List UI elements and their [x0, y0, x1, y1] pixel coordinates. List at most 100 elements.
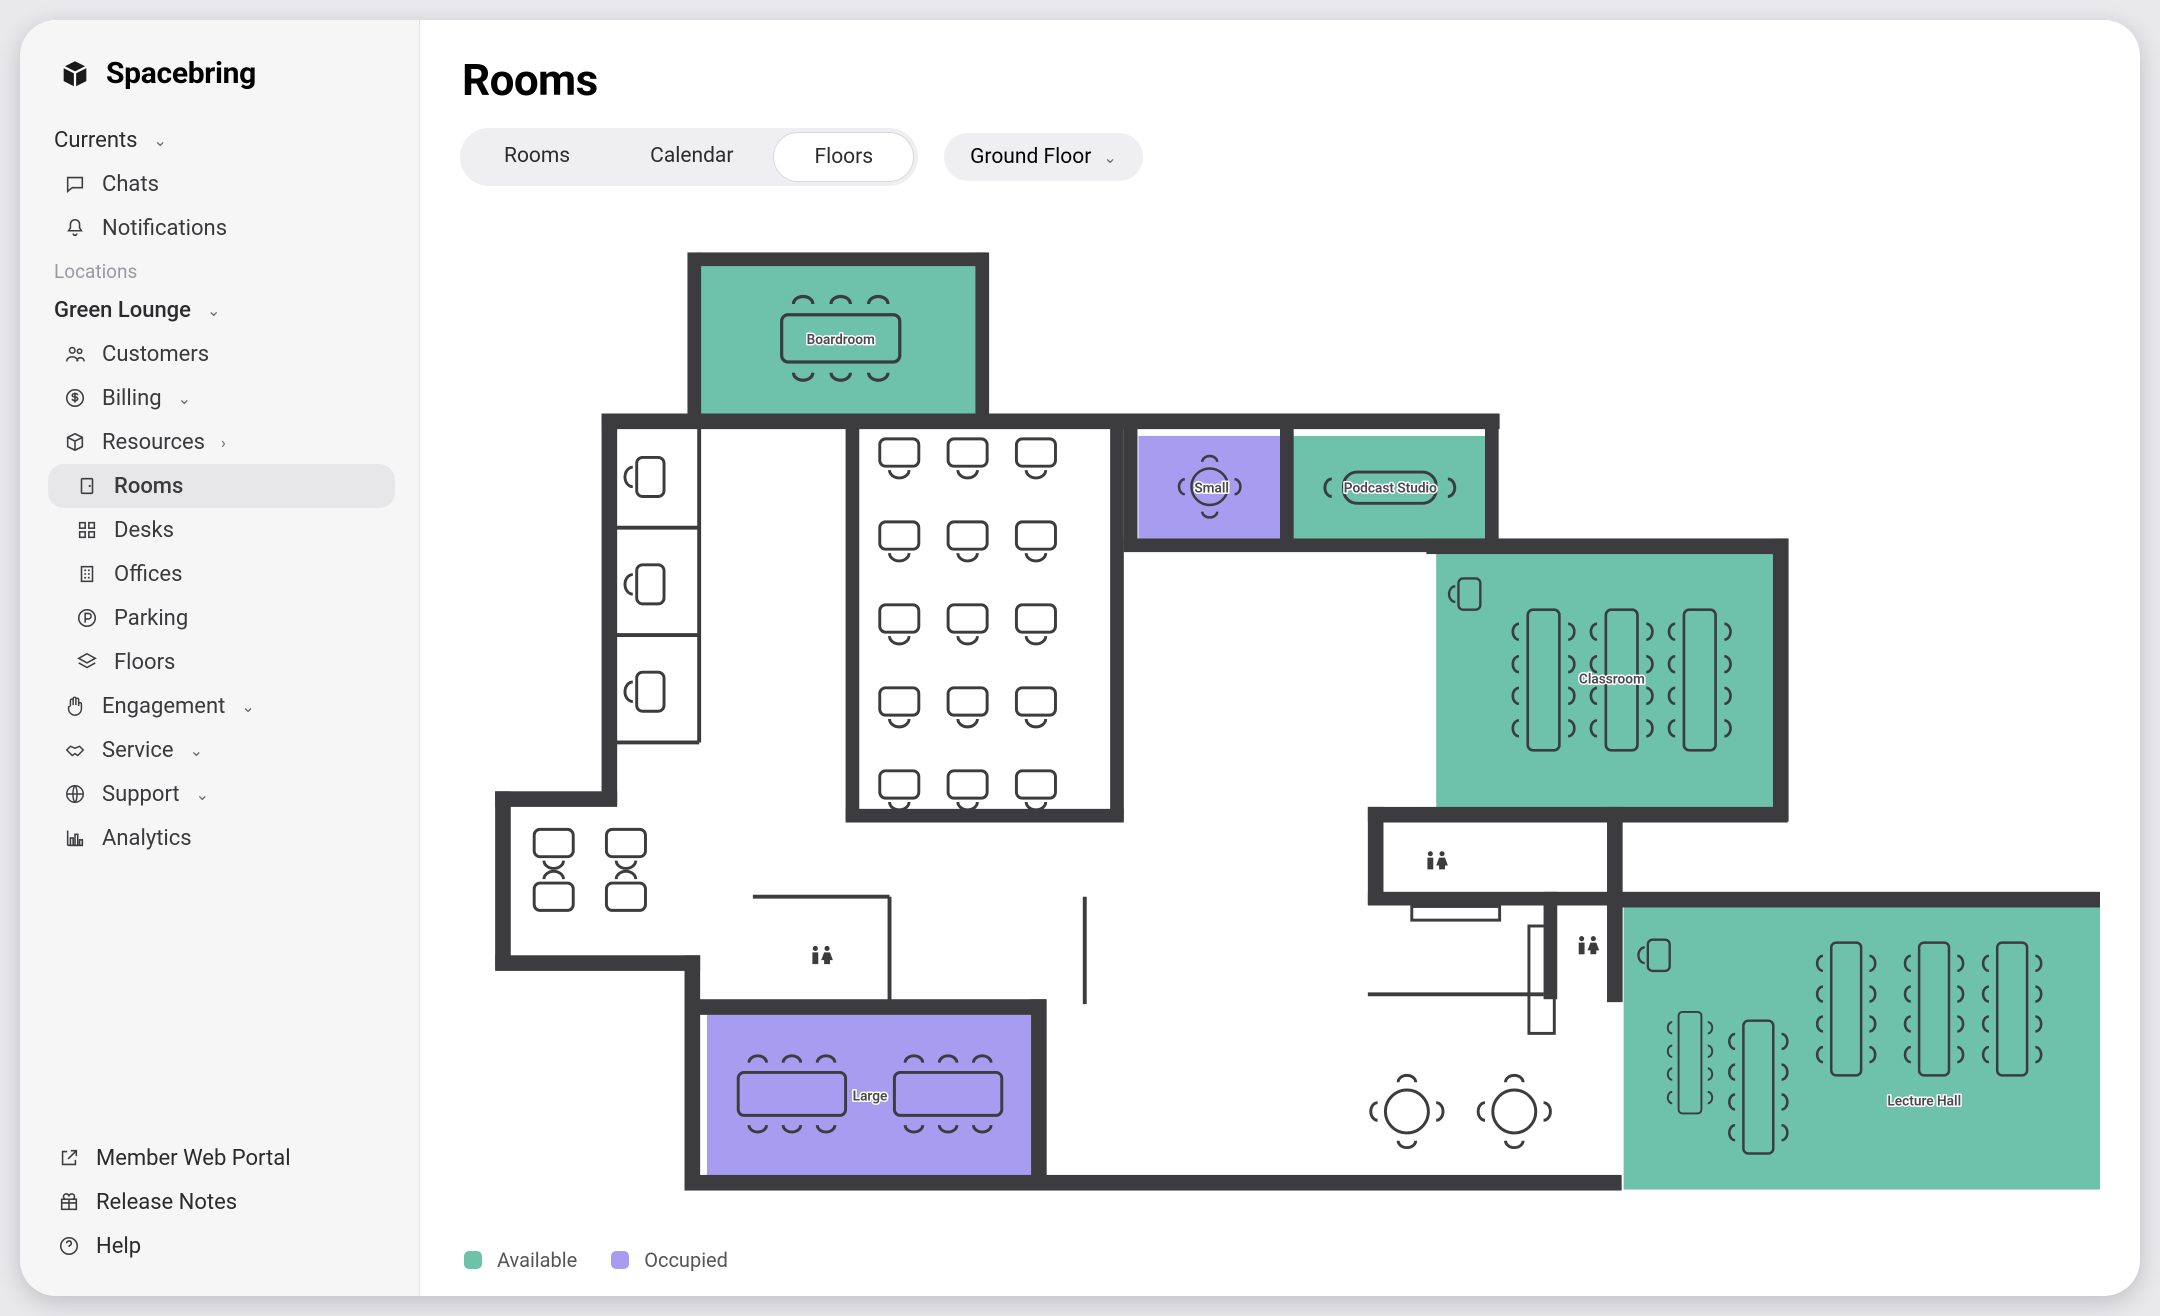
sidebar-item-label: Support	[102, 782, 180, 807]
chevron-down-icon: ⌄	[207, 301, 220, 320]
workspace-switcher[interactable]: Currents ⌄	[48, 119, 395, 162]
page-title: Rooms	[462, 54, 2100, 106]
locations-header: Locations	[48, 250, 395, 289]
room-label: Classroom	[1579, 672, 1645, 688]
sidebar-item-support[interactable]: Support ⌄	[48, 772, 395, 816]
room-podcast-studio[interactable]: Podcast Studio	[1293, 436, 1488, 539]
room-label: Podcast Studio	[1344, 480, 1437, 496]
sidebar-item-label: Member Web Portal	[96, 1146, 291, 1171]
sidebar-item-label: Customers	[102, 342, 209, 367]
office-icon	[74, 561, 100, 587]
bell-icon	[62, 215, 88, 241]
sidebar-item-label: Desks	[114, 518, 174, 543]
sidebar-item-label: Service	[102, 738, 174, 763]
cube-icon	[62, 429, 88, 455]
room-boardroom[interactable]: Boardroom	[687, 252, 989, 418]
toolbar: Rooms Calendar Floors Ground Floor ⌄	[460, 128, 2100, 186]
door-icon	[74, 473, 100, 499]
chevron-down-icon: ⌄	[241, 697, 254, 716]
brand-logo-icon	[58, 57, 92, 91]
legend: Available Occupied	[460, 1234, 2100, 1276]
users-icon	[62, 341, 88, 367]
floor-selector-value: Ground Floor	[970, 145, 1091, 169]
legend-available-swatch	[464, 1251, 482, 1269]
sidebar-item-customers[interactable]: Customers	[48, 332, 395, 376]
layers-icon	[74, 649, 100, 675]
sidebar-item-offices[interactable]: Offices	[48, 552, 395, 596]
restroom-icon	[1427, 851, 1448, 869]
chevron-down-icon: ⌄	[178, 389, 191, 408]
sidebar: Spacebring Currents ⌄ Chats Notification…	[20, 20, 420, 1296]
sidebar-item-label: Billing	[102, 386, 162, 411]
dollar-icon	[62, 385, 88, 411]
legend-available-label: Available	[497, 1248, 577, 1272]
sidebar-item-rooms[interactable]: Rooms	[48, 464, 395, 508]
globe-icon	[62, 781, 88, 807]
restroom-icon	[1579, 936, 1600, 954]
room-label: Lecture Hall	[1887, 1093, 1961, 1109]
floorplan[interactable]: Boardroom Small Podcast Studio	[460, 208, 2100, 1234]
sidebar-item-label: Parking	[114, 606, 188, 631]
sidebar-item-chats[interactable]: Chats	[48, 162, 395, 206]
sidebar-item-resources[interactable]: Resources ›	[48, 420, 395, 464]
app-window: Spacebring Currents ⌄ Chats Notification…	[20, 20, 2140, 1296]
room-classroom[interactable]: Classroom	[1436, 550, 1785, 809]
sidebar-item-parking[interactable]: Parking	[48, 596, 395, 640]
sidebar-item-release-notes[interactable]: Release Notes	[48, 1180, 395, 1224]
gift-icon	[56, 1189, 82, 1215]
main-content: Rooms Rooms Calendar Floors Ground Floor…	[420, 20, 2140, 1296]
parking-icon	[74, 605, 100, 631]
sidebar-item-floors[interactable]: Floors	[48, 640, 395, 684]
sidebar-item-label: Release Notes	[96, 1190, 237, 1215]
chevron-right-icon: ›	[221, 433, 226, 452]
chevron-down-icon: ⌄	[1103, 148, 1116, 167]
sidebar-item-label: Engagement	[102, 694, 225, 719]
sidebar-item-label: Chats	[102, 172, 159, 197]
sidebar-item-notifications[interactable]: Notifications	[48, 206, 395, 250]
legend-occupied-label: Occupied	[644, 1248, 728, 1272]
sidebar-item-label: Notifications	[102, 216, 227, 241]
sidebar-item-analytics[interactable]: Analytics	[48, 816, 395, 860]
tab-rooms[interactable]: Rooms	[464, 132, 610, 182]
sidebar-item-label: Offices	[114, 562, 182, 587]
workspace-label: Currents	[54, 128, 138, 153]
room-label: Large	[853, 1088, 888, 1104]
brand: Spacebring	[48, 56, 395, 91]
legend-occupied-swatch	[611, 1251, 629, 1269]
grid-icon	[74, 517, 100, 543]
restroom-icon	[812, 946, 833, 964]
legend-available: Available	[464, 1248, 577, 1272]
sidebar-item-label: Rooms	[114, 474, 183, 499]
chevron-down-icon: ⌄	[196, 785, 209, 804]
location-switcher[interactable]: Green Lounge ⌄	[48, 289, 395, 332]
room-lecture-hall[interactable]: Lecture Hall	[1624, 906, 2100, 1189]
sidebar-item-label: Resources	[102, 430, 205, 455]
floor-selector[interactable]: Ground Floor ⌄	[944, 133, 1143, 181]
sidebar-item-member-portal[interactable]: Member Web Portal	[48, 1136, 395, 1180]
external-icon	[56, 1145, 82, 1171]
room-small[interactable]: Small	[1138, 436, 1280, 539]
sidebar-item-billing[interactable]: Billing ⌄	[48, 376, 395, 420]
hand-icon	[62, 693, 88, 719]
sidebar-item-help[interactable]: Help	[48, 1224, 395, 1268]
room-label: Small	[1194, 480, 1229, 496]
location-name: Green Lounge	[54, 298, 191, 323]
room-large[interactable]: Large	[707, 1011, 1034, 1177]
sidebar-item-engagement[interactable]: Engagement ⌄	[48, 684, 395, 728]
view-tabs: Rooms Calendar Floors	[460, 128, 918, 186]
legend-occupied: Occupied	[611, 1248, 728, 1272]
help-icon	[56, 1233, 82, 1259]
chart-icon	[62, 825, 88, 851]
tab-calendar[interactable]: Calendar	[610, 132, 773, 182]
sidebar-item-label: Floors	[114, 650, 175, 675]
brand-name: Spacebring	[106, 56, 256, 91]
sidebar-item-service[interactable]: Service ⌄	[48, 728, 395, 772]
chevron-down-icon: ⌄	[154, 131, 167, 150]
room-label: Boardroom	[807, 332, 875, 348]
chat-icon	[62, 171, 88, 197]
sidebar-item-label: Analytics	[102, 826, 192, 851]
sidebar-item-label: Help	[96, 1234, 141, 1259]
tab-floors[interactable]: Floors	[773, 132, 914, 182]
chevron-down-icon: ⌄	[190, 741, 203, 760]
sidebar-item-desks[interactable]: Desks	[48, 508, 395, 552]
